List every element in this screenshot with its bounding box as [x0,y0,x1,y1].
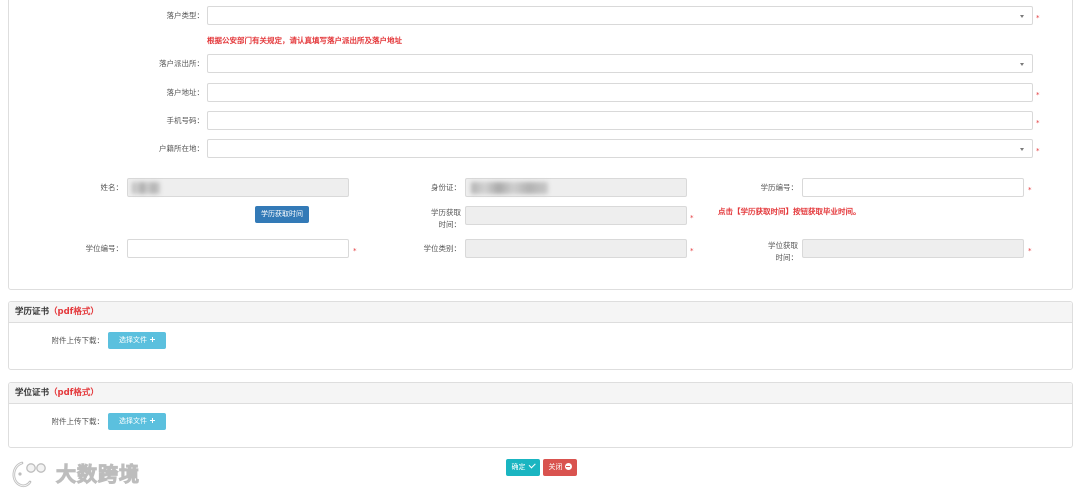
close-button[interactable]: 关闭 [543,459,577,476]
police-station-select[interactable] [207,54,1033,73]
edu-time-hint: 点击【学历获取时间】按钮获取毕业时间。 [718,207,861,216]
name-label: 姓名： [100,183,124,192]
degree-time-label: 学位获取 时间： [718,240,798,264]
check-icon [528,461,535,469]
confirm-button[interactable]: 确定 [506,459,540,476]
required-mark: * [1036,91,1040,99]
settle-notice: 根据公安部门有关规定，请认真填写落户派出所及落户地址 [207,36,402,45]
required-mark: * [1028,186,1032,194]
caret-down-icon [1020,15,1024,18]
watermark-text: 大数跨境 [56,462,140,487]
degree-time-field [802,239,1024,258]
required-mark: * [690,214,694,222]
settle-type-select[interactable] [207,6,1033,25]
required-mark: * [353,247,357,255]
upload-label: 附件上传下载： [51,336,105,345]
minus-circle-icon [564,462,572,470]
plus-icon [150,336,155,342]
required-mark: * [690,247,694,255]
upload-label: 附件上传下载： [51,417,105,426]
settle-address-input[interactable] [207,83,1033,102]
degree-type-field [465,239,687,258]
panel-title: 学位证书 [15,388,50,398]
choose-file-label: 选择文件 [119,336,147,344]
edu-time-label-line1: 学历获取 [431,208,461,217]
panel-title-note: （pdf格式） [49,388,99,398]
degree-number-input[interactable] [127,239,349,258]
close-label: 关闭 [548,463,563,471]
caret-down-icon [1020,63,1024,66]
required-mark: * [1036,14,1040,22]
edu-number-input[interactable] [802,178,1024,197]
brand-logo-icon [12,461,46,488]
choose-file-button[interactable]: 选择文件 [108,413,166,430]
id-card-field [465,178,687,197]
edu-time-label: 学历获取 时间： [380,207,461,231]
get-edu-time-button[interactable]: 学历获取时间 [255,206,309,223]
edu-certificate-panel: 学历证书（pdf格式） 附件上传下载： 选择文件 [8,301,1073,370]
settle-type-label: 落户类型： [166,11,205,20]
redacted-value [471,182,548,194]
domicile-select[interactable] [207,139,1033,158]
police-station-label: 落户派出所： [159,59,204,68]
edu-time-field [465,206,687,225]
degree-time-label-line1: 学位获取 [768,241,798,250]
required-mark: * [1028,247,1032,255]
degree-time-label-line2: 时间： [775,253,799,262]
phone-input[interactable] [207,111,1033,130]
panel-title-note: （pdf格式） [49,307,99,317]
choose-file-label: 选择文件 [119,417,147,425]
phone-label: 手机号码： [166,116,205,125]
redacted-value [132,182,160,194]
panel-header: 学历证书（pdf格式） [9,302,1072,323]
settle-address-label: 落户地址： [166,88,205,97]
name-field [127,178,349,197]
caret-down-icon [1020,148,1024,151]
panel-header: 学位证书（pdf格式） [9,383,1072,404]
required-mark: * [1036,119,1040,127]
id-card-label: 身份证： [431,183,461,192]
edu-time-label-line2: 时间： [438,220,462,229]
plus-icon [150,417,155,423]
domicile-label: 户籍所在地： [159,144,204,153]
required-mark: * [1036,147,1040,155]
choose-file-button[interactable]: 选择文件 [108,332,166,349]
degree-type-label: 学位类别： [423,244,462,253]
degree-certificate-panel: 学位证书（pdf格式） 附件上传下载： 选择文件 [8,382,1073,448]
degree-number-label: 学位编号： [85,244,124,253]
confirm-label: 确定 [511,463,526,471]
panel-title: 学历证书 [15,307,50,317]
edu-number-label: 学历编号： [760,183,799,192]
